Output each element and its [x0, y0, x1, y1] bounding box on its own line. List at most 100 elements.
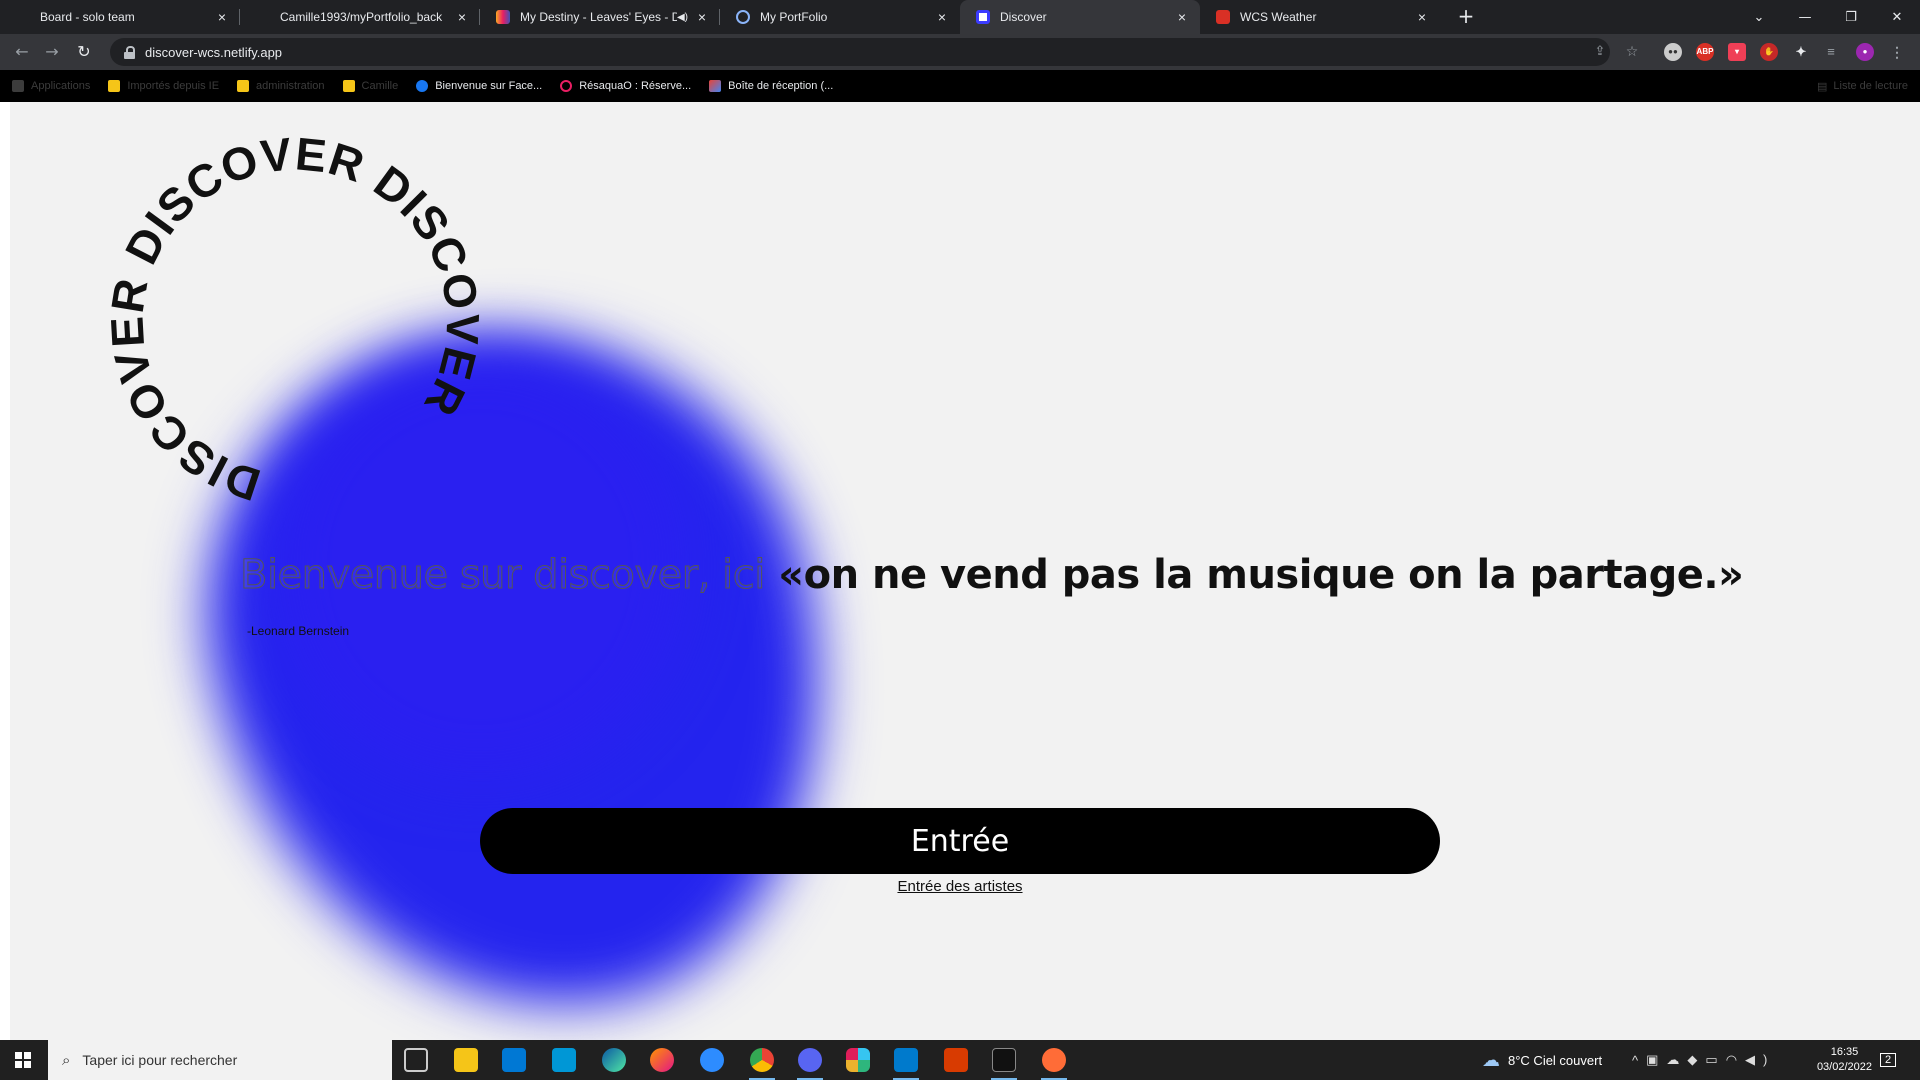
slack-icon[interactable]	[846, 1048, 870, 1072]
close-icon[interactable]: ×	[454, 9, 470, 25]
bookmark-ie[interactable]: Importés depuis IE	[108, 80, 219, 92]
new-tab-button[interactable]: +	[1454, 5, 1478, 29]
start-button[interactable]	[0, 1040, 46, 1080]
close-icon[interactable]: ×	[1414, 9, 1430, 25]
system-tray-icons[interactable]: ^ ▣ ☁ ◆ ▭ ◠ ◀)	[1632, 1040, 1775, 1080]
enter-button[interactable]: Entrée	[480, 808, 1440, 874]
back-icon[interactable]: ←	[10, 40, 34, 64]
bookmark-administration[interactable]: administration	[237, 80, 325, 92]
windows-icon	[15, 1052, 31, 1068]
calculator-icon[interactable]	[552, 1048, 576, 1072]
tab-title: WCS Weather	[1240, 10, 1317, 24]
artists-entry-link[interactable]: Entrée des artistes	[897, 878, 1022, 895]
svg-text:DISCOVER DISCOVER DISCOVER: DISCOVER DISCOVER DISCOVER	[95, 122, 495, 522]
folder-icon	[237, 80, 250, 92]
facebook-icon	[416, 80, 429, 92]
tab-title: Discover	[1000, 10, 1047, 24]
search-icon: ⌕	[62, 1051, 71, 1069]
close-icon[interactable]: ×	[1174, 9, 1190, 25]
cloud-icon: ☁	[1482, 1049, 1500, 1070]
reload-icon[interactable]: ↻	[72, 40, 96, 64]
battery-icon[interactable]: ▭	[1705, 1052, 1725, 1068]
taskbar: ⌕ Taper ici pour rechercher ☁ 8°C Ciel c…	[0, 1040, 1920, 1080]
tab-board[interactable]: Board - solo team ×	[0, 0, 240, 34]
pocket-icon[interactable]: ▾	[1728, 43, 1746, 61]
speaker-icon[interactable]: ◀)	[677, 12, 688, 23]
dropbox-icon[interactable]: ◆	[1687, 1052, 1705, 1068]
firefox-icon[interactable]	[650, 1048, 674, 1072]
menu-icon[interactable]: ⋮	[1888, 43, 1906, 61]
wifi-icon[interactable]: ◠	[1726, 1052, 1745, 1068]
logo-text: DISCOVER DISCOVER DISCOVER	[95, 122, 495, 522]
trello-icon	[16, 10, 30, 24]
zoom-icon[interactable]	[700, 1048, 724, 1072]
extension-owl-icon[interactable]: ●●	[1664, 43, 1682, 61]
apps-grid-icon	[12, 80, 24, 92]
weather-icon	[1216, 10, 1230, 24]
tray-icon[interactable]: ▣	[1646, 1052, 1666, 1068]
bookmark-gmail[interactable]: Boîte de réception (...	[709, 80, 833, 92]
adblock-icon[interactable]: ABP	[1696, 43, 1714, 61]
clock-date: 03/02/2022	[1816, 1061, 1872, 1073]
github-icon	[256, 10, 270, 24]
address-bar: ← → ↻ discover-wcs.netlify.app ⇪ ☆ ●● AB…	[0, 34, 1920, 70]
tab-search-icon[interactable]: ⌄	[1736, 0, 1782, 34]
clock-time: 16:35	[1830, 1046, 1859, 1058]
folder-icon	[342, 80, 355, 92]
star-icon[interactable]: ☆	[1620, 40, 1644, 64]
store-icon[interactable]	[502, 1048, 526, 1072]
minimize-button[interactable]: —	[1782, 0, 1828, 34]
weather-widget[interactable]: ☁ 8°C Ciel couvert	[1482, 1040, 1602, 1080]
extension-red-icon[interactable]: ✋	[1760, 43, 1778, 61]
bookmark-applications[interactable]: Applications	[12, 80, 90, 92]
bookmark-camille[interactable]: Camille	[342, 80, 398, 92]
onedrive-icon[interactable]: ☁	[1666, 1052, 1687, 1068]
bookmarks-bar: Applications Importés depuis IE administ…	[0, 70, 1920, 102]
chrome-icon[interactable]	[750, 1048, 774, 1072]
tab-portfolio-back[interactable]: Camille1993/myPortfolio_back ×	[240, 0, 480, 34]
tab-title: My PortFolio	[760, 10, 828, 24]
artists-link-row: Entrée des artistes	[0, 878, 1920, 895]
url-text: discover-wcs.netlify.app	[145, 44, 283, 60]
discord-icon[interactable]	[798, 1048, 822, 1072]
close-icon[interactable]: ×	[934, 9, 950, 25]
postman-icon[interactable]	[1042, 1048, 1066, 1072]
task-view-icon[interactable]	[404, 1048, 428, 1072]
file-explorer-icon[interactable]	[454, 1048, 478, 1072]
folder-icon	[108, 80, 121, 92]
bookmark-resaquao[interactable]: RésaquaO : Réserve...	[560, 80, 691, 92]
tab-my-destiny[interactable]: My Destiny - Leaves' Eyes - D ◀) ×	[480, 0, 720, 34]
chevron-up-icon[interactable]: ^	[1632, 1053, 1646, 1068]
restore-button[interactable]: ❐	[1828, 0, 1874, 34]
share-icon[interactable]: ⇪	[1588, 40, 1612, 64]
discover-favicon-icon	[976, 10, 990, 24]
welcome-text: Bienvenue sur discover, ici	[240, 552, 766, 599]
clock[interactable]: 16:35 03/02/2022	[1817, 1045, 1872, 1075]
weather-text: 8°C Ciel couvert	[1508, 1052, 1603, 1068]
puzzle-icon[interactable]: ✦	[1792, 43, 1810, 61]
discover-circle-logo: DISCOVER DISCOVER DISCOVER	[95, 122, 495, 522]
bookmark-facebook[interactable]: Bienvenue sur Face...	[416, 80, 542, 92]
close-icon[interactable]: ×	[214, 9, 230, 25]
tab-wcs-weather[interactable]: WCS Weather ×	[1200, 0, 1440, 34]
edge-icon[interactable]	[602, 1048, 626, 1072]
terminal-icon[interactable]	[992, 1048, 1016, 1072]
tab-title: Board - solo team	[40, 10, 135, 24]
notification-center[interactable]: 2	[1880, 1040, 1897, 1080]
url-field[interactable]: discover-wcs.netlify.app	[110, 38, 1610, 66]
forward-icon[interactable]: →	[40, 40, 64, 64]
vscode-icon[interactable]	[894, 1048, 918, 1072]
media-icon[interactable]: ≡	[1822, 43, 1840, 61]
close-window-button[interactable]: ✕	[1874, 0, 1920, 34]
reading-list[interactable]: ▤ Liste de lecture	[1817, 70, 1908, 102]
notification-count: 2	[1880, 1053, 1897, 1067]
close-icon[interactable]: ×	[694, 9, 710, 25]
office-icon[interactable]	[944, 1048, 968, 1072]
react-icon	[736, 10, 750, 24]
tab-discover[interactable]: Discover ×	[960, 0, 1200, 34]
volume-icon[interactable]: ◀)	[1745, 1052, 1775, 1068]
tab-my-portfolio[interactable]: My PortFolio ×	[720, 0, 960, 34]
taskbar-search[interactable]: ⌕ Taper ici pour rechercher	[48, 1040, 392, 1080]
avatar[interactable]: ●	[1856, 43, 1874, 61]
tab-bar: Board - solo team × Camille1993/myPortfo…	[0, 0, 1920, 34]
